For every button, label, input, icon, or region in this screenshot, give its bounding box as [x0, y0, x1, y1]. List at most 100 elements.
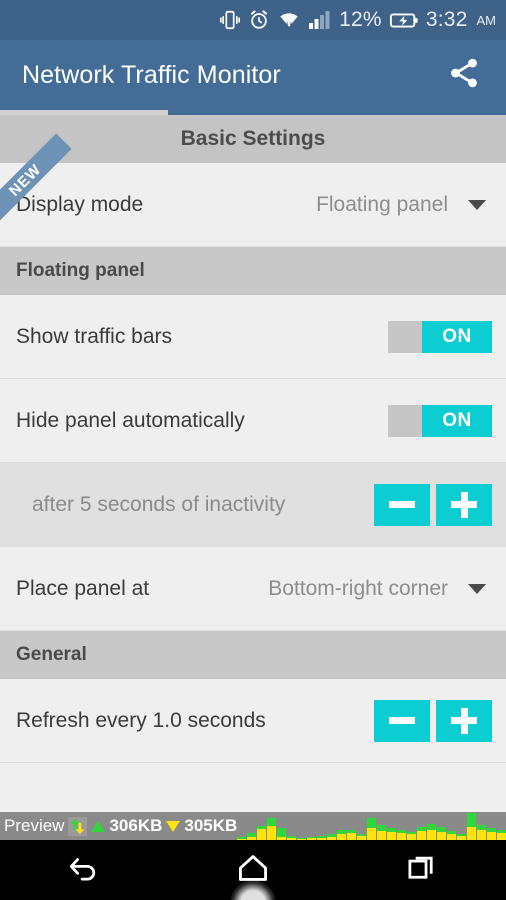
decrement-button-inactivity-delay[interactable] [374, 483, 430, 526]
minus-icon [389, 717, 415, 724]
toggle-knob [388, 404, 422, 437]
traffic-bar-upload [467, 813, 477, 827]
label-show-traffic-bars: Show traffic bars [16, 324, 173, 348]
traffic-graph-bar [277, 812, 287, 840]
traffic-graph-bar [467, 812, 477, 840]
arrow-down-icon [166, 820, 181, 832]
spinner-place-panel-at[interactable]: Bottom-right corner [268, 577, 492, 601]
traffic-graph-bar [387, 812, 397, 840]
traffic-bar-download [267, 826, 277, 840]
spinner-display-mode[interactable]: Floating panel [316, 193, 492, 217]
preview-label: Preview [4, 816, 65, 835]
tab-indicator-strip [0, 110, 506, 115]
row-refresh-interval[interactable]: Refresh every 1.0 seconds [0, 679, 506, 763]
traffic-bar-download [427, 830, 437, 840]
traffic-bar-upload [367, 818, 377, 828]
traffic-graph-bar [267, 812, 277, 840]
traffic-graph-bar [337, 812, 347, 840]
recents-icon [407, 853, 437, 888]
recents-button[interactable] [382, 840, 462, 900]
arrow-up-icon [91, 820, 106, 832]
traffic-bar-download [257, 829, 267, 840]
share-button[interactable] [440, 51, 488, 99]
traffic-bar-download [377, 831, 387, 840]
label-place-panel-at: Place panel at [16, 576, 150, 600]
increment-button-refresh-interval[interactable] [436, 699, 492, 742]
tab-bar[interactable]: Basic Settings [0, 115, 506, 163]
traffic-graph-bar [437, 812, 447, 840]
battery-charging-icon [389, 10, 419, 30]
traffic-graph-bar [347, 812, 357, 840]
stepper-inactivity-delay[interactable] [374, 483, 492, 526]
traffic-bar-upload [267, 818, 277, 826]
traffic-graph-bar [447, 812, 457, 840]
toggle-show-traffic-bars[interactable]: ON [388, 320, 492, 353]
clock-label: 3:32 [425, 8, 468, 31]
stepper-refresh-interval[interactable] [374, 699, 492, 742]
traffic-bar-download [367, 828, 377, 840]
back-icon [67, 853, 101, 888]
row-display-mode[interactable]: NEW Display mode Floating panel [0, 133, 506, 247]
preview-info: Preview 306KB 305KB [0, 816, 237, 836]
section-header-floating-panel: Floating panel [0, 247, 506, 295]
chevron-down-icon [468, 199, 486, 210]
label-inactivity-delay: after 5 seconds of inactivity [32, 492, 286, 516]
home-button[interactable] [213, 840, 293, 900]
traffic-graph-bar [257, 812, 267, 840]
phone-screen: 12% 3:32 AM Network Traffic Monitor Basi… [0, 0, 506, 900]
share-icon [447, 56, 481, 95]
clock-ampm-label: AM [476, 12, 497, 28]
upload-value: 306KB [109, 816, 163, 835]
decrement-button-refresh-interval[interactable] [374, 699, 430, 742]
row-hide-panel-automatically[interactable]: Hide panel automatically ON [0, 379, 506, 463]
minus-icon [389, 501, 415, 508]
traffic-graph-bar [487, 812, 497, 840]
section-title-general: General [16, 643, 87, 665]
traffic-bar-download [477, 830, 487, 840]
back-button[interactable] [44, 840, 124, 900]
status-bar: 12% 3:32 AM [0, 0, 506, 40]
tab-indicator-active [0, 110, 168, 115]
traffic-graph-bar [297, 812, 307, 840]
traffic-graph [237, 812, 506, 840]
label-hide-panel-automatically: Hide panel automatically [16, 408, 245, 432]
row-place-panel-at[interactable]: Place panel at Bottom-right corner [0, 547, 506, 631]
traffic-bar-download [417, 831, 427, 840]
traffic-graph-bar [457, 812, 467, 840]
system-nav-bar [0, 840, 506, 900]
wifi-icon [277, 9, 301, 31]
traffic-bar-download [497, 833, 506, 840]
traffic-bar-download [387, 832, 397, 840]
plus-icon [451, 707, 477, 734]
increment-button-inactivity-delay[interactable] [436, 483, 492, 526]
battery-percent-label: 12% [339, 8, 382, 31]
vibrate-icon [219, 9, 241, 31]
download-value: 305KB [184, 816, 238, 835]
traffic-graph-bar [477, 812, 487, 840]
traffic-graph-bar [427, 812, 437, 840]
section-header-general: General [0, 631, 506, 679]
toggle-state-label: ON [422, 320, 492, 353]
traffic-graph-bar [417, 812, 427, 840]
tab-basic-settings[interactable]: Basic Settings [181, 127, 326, 151]
traffic-graph-bar [497, 812, 506, 840]
toggle-hide-panel-automatically[interactable]: ON [388, 404, 492, 437]
label-refresh-interval: Refresh every 1.0 seconds [16, 708, 266, 732]
app-bar: Network Traffic Monitor [0, 40, 506, 110]
traffic-graph-bar [357, 812, 367, 840]
traffic-graph-bar [407, 812, 417, 840]
traffic-bar-download [397, 833, 407, 840]
page-title: Network Traffic Monitor [22, 60, 281, 89]
traffic-graph-bar [307, 812, 317, 840]
row-show-traffic-bars[interactable]: Show traffic bars ON [0, 295, 506, 379]
spinner-value-place-panel-at: Bottom-right corner [268, 576, 448, 600]
row-inactivity-delay[interactable]: after 5 seconds of inactivity [0, 463, 506, 547]
traffic-bar-download [437, 832, 447, 840]
traffic-bar-upload [277, 828, 287, 837]
traffic-graph-bar [317, 812, 327, 840]
settings-list: NEW Display mode Floating panel Floating… [0, 133, 506, 763]
updown-arrows-icon [68, 816, 88, 836]
traffic-graph-bar [287, 812, 297, 840]
traffic-bar-download [467, 827, 477, 840]
traffic-graph-bar [377, 812, 387, 840]
